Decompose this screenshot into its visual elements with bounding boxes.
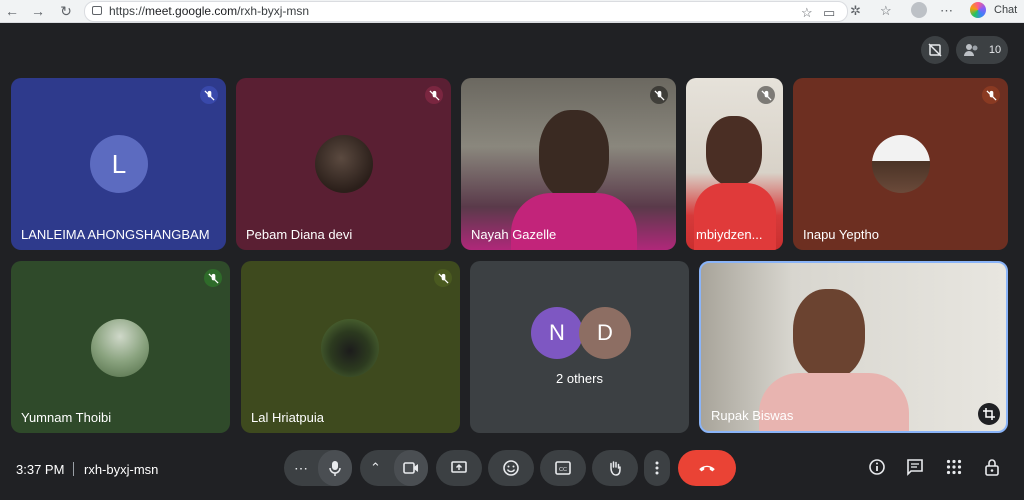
participant-name: Nayah Gazelle (471, 227, 557, 242)
back-icon[interactable]: ← (4, 3, 20, 19)
avatar (315, 135, 373, 193)
avatar: L (90, 135, 148, 193)
participant-name: Inapu Yeptho (803, 227, 879, 242)
more-audio-options-icon[interactable]: ⋯ (294, 460, 308, 477)
participant-name: LANLEIMA AHONGSHANGBAM (21, 227, 210, 242)
self-video-tile[interactable]: Rupak Biswas (699, 261, 1008, 433)
hand-icon (610, 461, 621, 476)
divider (73, 462, 74, 476)
info-icon (869, 459, 885, 475)
mic-off-icon (650, 86, 668, 104)
profile-avatar[interactable] (911, 2, 927, 18)
video-person (706, 116, 762, 186)
captions-button[interactable]: CC (540, 450, 586, 486)
copilot-icon[interactable] (970, 2, 986, 18)
video-shirt (759, 373, 909, 431)
star-icon[interactable]: ☆ (801, 5, 813, 21)
chevron-up-icon[interactable]: ⌃ (370, 460, 381, 476)
control-bar: 3:37 PM rxh-byxj-msn ⋯ ⌃ CC (0, 441, 1024, 500)
avatar (321, 319, 379, 377)
mic-off-icon (204, 269, 222, 287)
participant-tile[interactable]: Yumnam Thoibi (11, 261, 230, 433)
avatar: D (579, 307, 631, 359)
reframe-button[interactable] (978, 403, 1000, 425)
audio-control-group: ⋯ (284, 450, 352, 486)
participant-name: mbiydzen... (696, 227, 763, 242)
more-options-button[interactable] (644, 450, 670, 486)
emoji-icon (503, 460, 519, 476)
participant-name: Lal Hriatpuia (251, 410, 324, 425)
video-person (539, 110, 609, 200)
participant-tile[interactable]: Lal Hriatpuia (241, 261, 460, 433)
address-bar[interactable]: https://meet.google.com/rxh-byxj-msn ☆ ▭ (84, 1, 848, 22)
participant-name: Pebam Diana devi (246, 227, 353, 242)
participant-tile[interactable]: Inapu Yeptho (793, 78, 1008, 250)
hide-tiles-button[interactable] (921, 36, 949, 64)
favorites-icon[interactable]: ☆ (880, 3, 892, 19)
meeting-details-button[interactable] (865, 455, 889, 479)
meeting-stage: 10 L LANLEIMA AHONGSHANGBAM Pebam Diana … (0, 23, 1024, 500)
chat-icon (907, 459, 923, 476)
others-tile[interactable]: N D 2 others (470, 261, 689, 433)
others-label: 2 others (556, 371, 603, 386)
mic-button[interactable] (318, 450, 352, 486)
present-button[interactable] (436, 450, 482, 486)
mic-off-icon (200, 86, 218, 104)
mic-off-icon (982, 86, 1000, 104)
apps-grid-icon (946, 459, 962, 475)
participant-tile[interactable]: Pebam Diana devi (236, 78, 451, 250)
participant-name: Rupak Biswas (711, 408, 794, 423)
participants-button[interactable]: 10 (956, 36, 1008, 64)
mic-icon (329, 461, 341, 476)
no-video-tiles-icon (928, 43, 942, 57)
svg-text:CC: CC (559, 467, 567, 473)
host-controls-button[interactable] (980, 455, 1004, 479)
end-call-icon (699, 465, 715, 472)
camera-icon[interactable]: ▭ (823, 5, 835, 21)
camera-button[interactable] (394, 450, 428, 486)
activities-button[interactable] (942, 455, 966, 479)
participant-tile[interactable]: L LANLEIMA AHONGSHANGBAM (11, 78, 226, 250)
url-text: https://meet.google.com/rxh-byxj-msn (109, 4, 310, 18)
participant-video-tile[interactable]: Nayah Gazelle (461, 78, 676, 250)
avatar: N (531, 307, 583, 359)
lock-person-icon (985, 459, 999, 476)
avatar (872, 135, 930, 193)
participant-count: 10 (988, 44, 1002, 56)
meeting-time: 3:37 PM (16, 462, 65, 477)
mic-off-icon (425, 86, 443, 104)
reactions-button[interactable] (488, 450, 534, 486)
closed-captions-icon: CC (555, 461, 571, 475)
video-camera-icon (403, 462, 418, 474)
present-screen-icon (451, 461, 467, 473)
chat-label[interactable]: Chat (994, 4, 1017, 16)
participant-name: Yumnam Thoibi (21, 410, 112, 425)
video-control-group: ⌃ (360, 450, 428, 486)
raise-hand-button[interactable] (592, 450, 638, 486)
people-icon (963, 44, 978, 56)
forward-icon[interactable]: → (30, 3, 46, 19)
crop-icon (983, 408, 995, 420)
video-person (793, 289, 865, 379)
extensions-icon[interactable]: ✲ (850, 3, 861, 19)
site-info-icon[interactable] (92, 6, 102, 15)
more-icon[interactable]: ⋯ (940, 3, 953, 19)
leave-call-button[interactable] (678, 450, 736, 486)
reload-icon[interactable]: ↻ (58, 3, 74, 20)
meeting-code: rxh-byxj-msn (84, 462, 159, 477)
mic-off-icon (434, 269, 452, 287)
browser-toolbar: ← → ↻ https://meet.google.com/rxh-byxj-m… (0, 0, 1024, 23)
avatar (91, 319, 149, 377)
chat-button[interactable] (903, 455, 927, 479)
mic-off-icon (757, 86, 775, 104)
more-vert-icon (655, 461, 659, 475)
participant-video-tile[interactable]: mbiydzen... (686, 78, 783, 250)
